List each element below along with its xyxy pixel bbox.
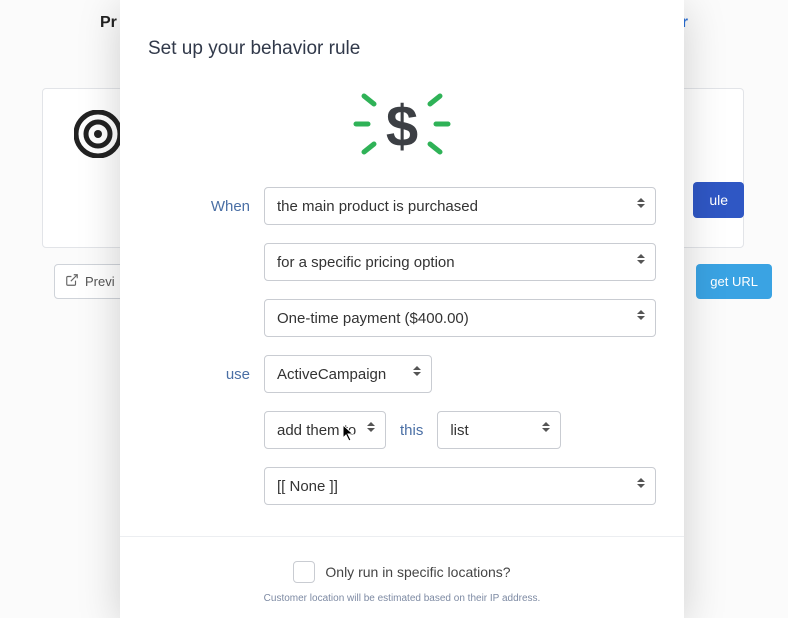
pricing-select[interactable]: One-time payment ($400.00)	[264, 299, 656, 337]
integration-select-value: ActiveCampaign	[277, 366, 386, 383]
locations-hint: Customer location will be estimated base…	[148, 593, 656, 604]
dollar-sparkle-icon: $	[352, 84, 452, 169]
when-label: When	[148, 198, 250, 215]
target-select-value: [[ None ]]	[277, 478, 338, 495]
trigger-select-value: the main product is purchased	[277, 198, 478, 215]
use-label: use	[148, 366, 250, 383]
svg-text:$: $	[386, 94, 418, 159]
action-select[interactable]: add them to	[264, 411, 386, 449]
condition-select[interactable]: for a specific pricing option	[264, 243, 656, 281]
bullseye-icon	[74, 110, 122, 158]
backdrop-preview-button[interactable]: Previ	[54, 264, 130, 299]
action-select-value: add them to	[277, 422, 356, 439]
behavior-rule-modal: Set up your behavior rule $ When the mai…	[120, 0, 684, 618]
backdrop-title-partial: Pr	[100, 14, 117, 32]
trigger-select[interactable]: the main product is purchased	[264, 187, 656, 225]
object-type-select-value: list	[450, 422, 468, 439]
pricing-select-value: One-time payment ($400.00)	[277, 310, 469, 327]
backdrop-rule-button[interactable]: ule	[693, 182, 744, 218]
object-type-select[interactable]: list	[437, 411, 561, 449]
locations-checkbox[interactable]	[293, 561, 315, 583]
target-select[interactable]: [[ None ]]	[264, 467, 656, 505]
purchase-illustration: $	[120, 72, 684, 187]
modal-title: Set up your behavior rule	[120, 38, 684, 72]
condition-select-value: for a specific pricing option	[277, 254, 455, 271]
locations-checkbox-label: Only run in specific locations?	[325, 564, 510, 580]
backdrop-preview-label: Previ	[85, 274, 115, 289]
backdrop-geturl-button[interactable]: get URL	[696, 264, 772, 299]
external-link-icon	[65, 273, 79, 290]
integration-select[interactable]: ActiveCampaign	[264, 355, 432, 393]
this-label: this	[400, 422, 423, 439]
modal-footer: Only run in specific locations? Customer…	[120, 536, 684, 618]
